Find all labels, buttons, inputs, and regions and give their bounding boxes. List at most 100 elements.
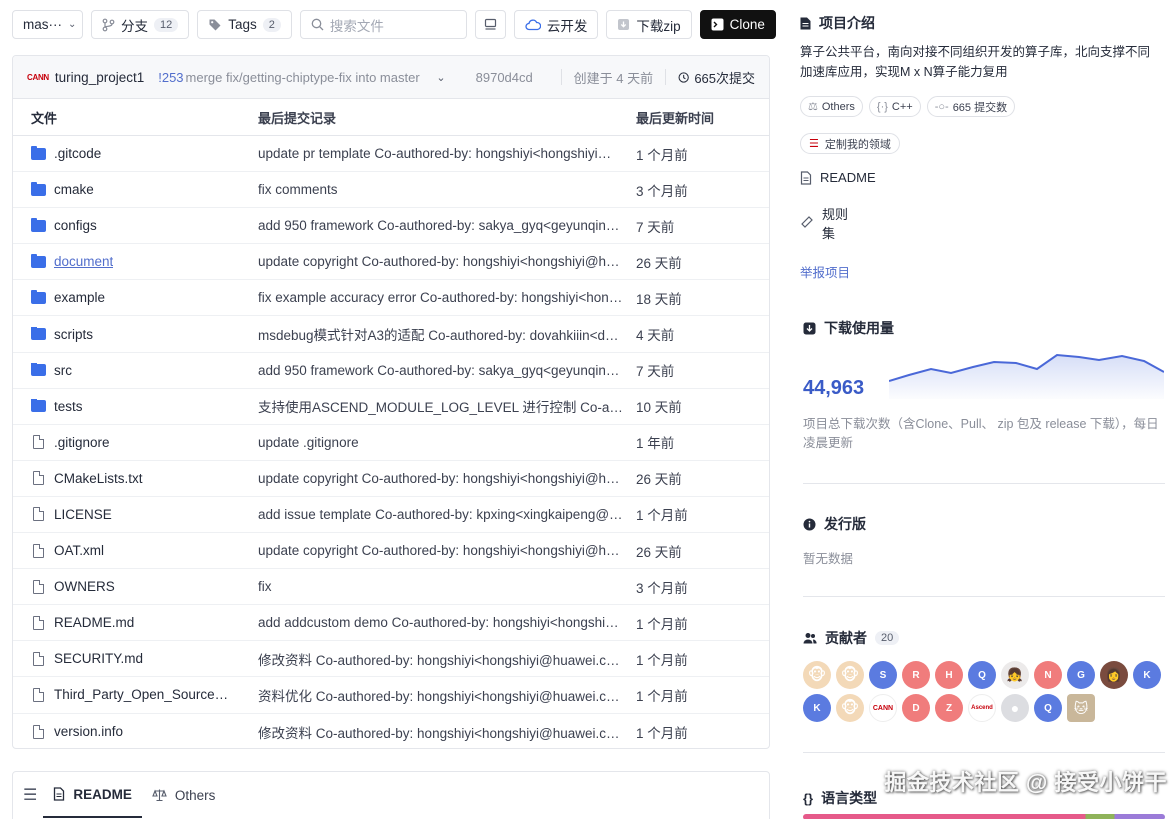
file-cell[interactable]: .gitignore xyxy=(13,435,258,450)
tag-language[interactable]: {·} C++ xyxy=(868,96,921,117)
menu-icon[interactable]: ☰ xyxy=(23,785,37,805)
table-row[interactable]: scripts msdebug模式针对A3的适配 Co-authored-by: … xyxy=(13,316,769,353)
cloud-dev-button[interactable]: 云开发 xyxy=(513,10,599,39)
contributor-avatar[interactable]: K xyxy=(1133,661,1161,689)
file-name-link[interactable]: .gitcode xyxy=(54,146,101,161)
download-zip-button[interactable]: 下载zip xyxy=(606,10,692,39)
readme-link[interactable]: README xyxy=(800,170,876,185)
table-row[interactable]: src add 950 framework Co-authored-by: sak… xyxy=(13,353,769,389)
contributor-avatar[interactable]: K xyxy=(803,694,831,722)
commit-author[interactable]: turing_project1 xyxy=(55,70,144,85)
contributor-avatar[interactable]: CANN xyxy=(869,694,897,722)
tag-license[interactable]: ⚖ Others xyxy=(800,96,863,117)
tags-button[interactable]: Tags 2 xyxy=(197,10,292,39)
file-name-link[interactable]: document xyxy=(54,254,113,269)
file-cell[interactable]: document xyxy=(13,254,258,269)
commit-hash[interactable]: 8970d4cd xyxy=(476,70,533,85)
last-commit-message[interactable]: fix xyxy=(258,579,636,594)
file-cell[interactable]: configs xyxy=(13,218,258,233)
file-name-link[interactable]: scripts xyxy=(54,327,93,342)
file-cell[interactable]: .gitcode xyxy=(13,146,258,161)
file-cell[interactable]: cmake xyxy=(13,182,258,197)
last-commit-message[interactable]: add addcustom demo Co-authored-by: hongs… xyxy=(258,615,636,630)
contributor-avatar[interactable]: Z xyxy=(935,694,963,722)
file-cell[interactable]: Third_Party_Open_Source_Software_Notice xyxy=(13,687,258,702)
last-commit-message[interactable]: update copyright Co-authored-by: hongshi… xyxy=(258,543,636,558)
table-row[interactable]: SECURITY.md 修改资料 Co-authored-by: hongshiy… xyxy=(13,641,769,678)
table-row[interactable]: .gitignore update .gitignore 1 年前 xyxy=(13,425,769,461)
table-row[interactable]: version.info 修改资料 Co-authored-by: hongshi… xyxy=(13,714,769,749)
table-row[interactable]: OAT.xml update copyright Co-authored-by: … xyxy=(13,533,769,570)
file-name-link[interactable]: configs xyxy=(54,218,97,233)
contributor-avatar[interactable]: D xyxy=(902,694,930,722)
file-cell[interactable]: OWNERS xyxy=(13,579,258,594)
table-row[interactable]: document update copyright Co-authored-by:… xyxy=(13,244,769,281)
tab-readme[interactable]: README xyxy=(43,772,142,818)
file-cell[interactable]: src xyxy=(13,362,258,378)
file-name-link[interactable]: OWNERS xyxy=(54,579,115,594)
file-cell[interactable]: SECURITY.md xyxy=(13,651,258,666)
file-cell[interactable]: LICENSE xyxy=(13,507,258,522)
file-name-link[interactable]: src xyxy=(54,363,72,378)
last-commit-message[interactable]: fix comments xyxy=(258,182,636,197)
clone-button[interactable]: Clone xyxy=(699,10,776,39)
file-name-link[interactable]: LICENSE xyxy=(54,507,112,522)
last-commit-message[interactable]: fix example accuracy error Co-authored-b… xyxy=(258,290,636,305)
branch-selector[interactable]: mas··· ⌄ xyxy=(12,10,83,39)
table-row[interactable]: configs add 950 framework Co-authored-by:… xyxy=(13,208,769,245)
file-name-link[interactable]: tests xyxy=(54,399,83,414)
last-commit-message[interactable]: update pr template Co-authored-by: hongs… xyxy=(258,146,636,161)
last-commit-message[interactable]: 修改资料 Co-authored-by: hongshiyi<hongshiyi… xyxy=(258,722,636,742)
contributor-avatar[interactable]: N xyxy=(1034,661,1062,689)
table-row[interactable]: OWNERS fix 3 个月前 xyxy=(13,569,769,606)
rules-link[interactable]: 规则集 xyxy=(800,205,850,243)
file-search-input[interactable]: 搜索文件 xyxy=(299,10,467,39)
table-row[interactable]: CMakeLists.txt update copyright Co-author… xyxy=(13,461,769,497)
contributor-avatar[interactable]: G xyxy=(1067,661,1095,689)
commit-pr-link[interactable]: !253 xyxy=(158,70,183,85)
contributor-avatar[interactable]: S xyxy=(869,661,897,689)
contributor-avatar[interactable]: 🐱 xyxy=(1067,694,1095,722)
table-row[interactable]: .gitcode update pr template Co-authored-b… xyxy=(13,136,769,173)
table-row[interactable]: tests 支持使用ASCEND_MODULE_LOG_LEVEL 进行控制 Co… xyxy=(13,389,769,425)
commits-count-link[interactable]: 665次提交 xyxy=(694,68,755,87)
file-name-link[interactable]: CMakeLists.txt xyxy=(54,471,143,486)
last-commit-message[interactable]: 修改资料 Co-authored-by: hongshiyi<hongshiyi… xyxy=(258,649,636,669)
last-commit-message[interactable]: add 950 framework Co-authored-by: sakya_… xyxy=(258,363,636,378)
file-cell[interactable]: OAT.xml xyxy=(13,543,258,558)
tag-commits[interactable]: -○- 665 提交数 xyxy=(926,96,1016,117)
file-name-link[interactable]: Third_Party_Open_Source_Software_Notice xyxy=(54,687,229,702)
table-row[interactable]: Third_Party_Open_Source_Software_Notice 资… xyxy=(13,677,769,714)
desktop-button[interactable] xyxy=(474,10,506,39)
file-cell[interactable]: tests xyxy=(13,398,258,414)
file-name-link[interactable]: .gitignore xyxy=(54,435,110,450)
contributor-avatar[interactable]: 👧 xyxy=(1001,661,1029,689)
file-name-link[interactable]: README.md xyxy=(54,615,134,630)
table-row[interactable]: README.md add addcustom demo Co-authored-… xyxy=(13,605,769,642)
branches-button[interactable]: 分支 12 xyxy=(91,10,190,39)
contributor-avatar[interactable]: ● xyxy=(1001,694,1029,722)
contributor-avatar[interactable]: Q xyxy=(968,661,996,689)
last-commit-message[interactable]: update copyright Co-authored-by: hongshi… xyxy=(258,254,636,269)
last-commit-message[interactable]: 资料优化 Co-authored-by: hongshiyi<hongshiyi… xyxy=(258,685,636,705)
table-row[interactable]: example fix example accuracy error Co-aut… xyxy=(13,280,769,317)
file-name-link[interactable]: example xyxy=(54,290,105,305)
file-cell[interactable]: CMakeLists.txt xyxy=(13,471,258,486)
file-cell[interactable]: example xyxy=(13,290,258,305)
contributor-avatar[interactable]: 🐵 xyxy=(836,694,864,722)
last-commit-message[interactable]: msdebug模式针对A3的适配 Co-authored-by: dovahki… xyxy=(258,324,636,344)
customize-domain-button[interactable]: ☰ 定制我的领域 xyxy=(800,133,900,154)
last-commit-message[interactable]: 支持使用ASCEND_MODULE_LOG_LEVEL 进行控制 Co-auth… xyxy=(258,396,636,416)
report-project-link[interactable]: 举报项目 xyxy=(800,262,850,281)
contributor-avatar[interactable]: 🐵 xyxy=(836,661,864,689)
last-commit-message[interactable]: update copyright Co-authored-by: hongshi… xyxy=(258,471,636,486)
file-name-link[interactable]: version.info xyxy=(54,724,123,739)
last-commit-message[interactable]: add 950 framework Co-authored-by: sakya_… xyxy=(258,218,636,233)
contributor-avatar[interactable]: 👩 xyxy=(1100,661,1128,689)
contributor-avatar[interactable]: H xyxy=(935,661,963,689)
contributor-avatar[interactable]: Ascend xyxy=(968,694,996,722)
tab-others[interactable]: Others xyxy=(142,772,226,818)
contributor-avatar[interactable]: Q xyxy=(1034,694,1062,722)
last-commit-message[interactable]: add issue template Co-authored-by: kpxin… xyxy=(258,507,636,522)
expand-commit-chevron-icon[interactable]: ⌄ xyxy=(436,71,445,84)
